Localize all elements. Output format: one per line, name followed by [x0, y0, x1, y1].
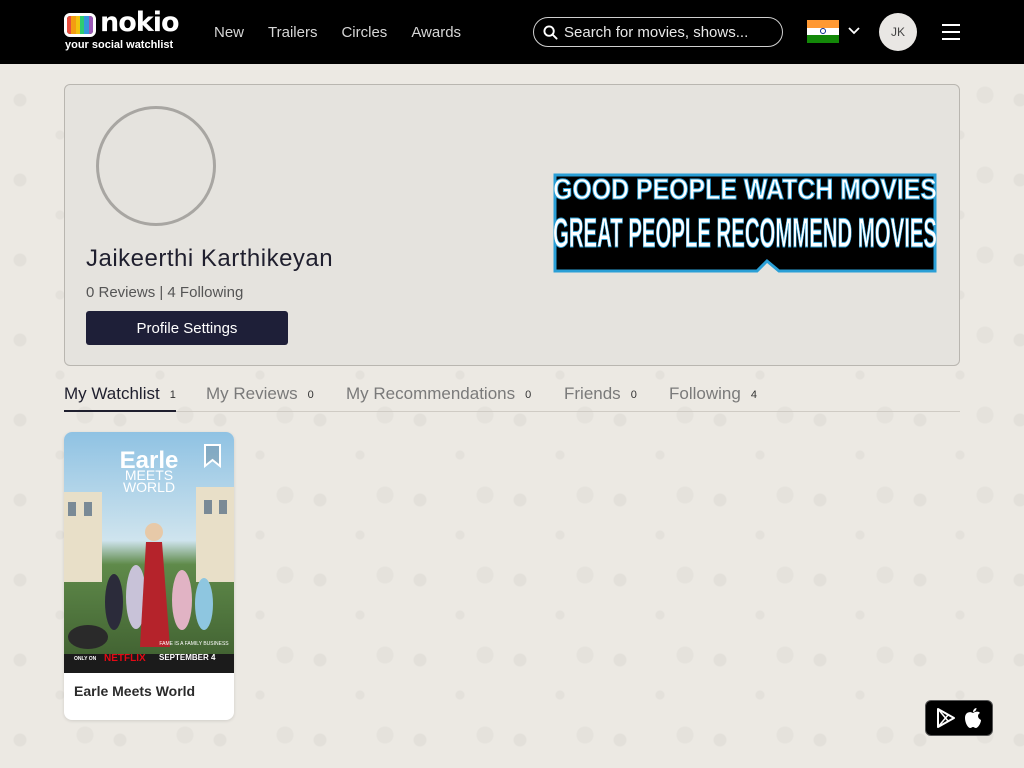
tab-count: 4 [750, 388, 757, 401]
nokio-logo[interactable]: nokio your social watchlist [64, 7, 180, 52]
tab-my-watchlist[interactable]: My Watchlist 1 [64, 384, 176, 412]
search-box[interactable] [533, 17, 783, 47]
logo-word: nokio [100, 7, 180, 38]
nav-circles[interactable]: Circles [341, 24, 387, 41]
app-store-badge[interactable] [925, 700, 993, 736]
tab-following[interactable]: Following 4 [669, 384, 757, 412]
banner-line-1: GOOD PEOPLE WATCH MOVIES [553, 174, 937, 206]
tab-label: My Recommendations [346, 384, 516, 403]
watchlist-movie-card[interactable]: Earle MEETS WORLD FAME IS A FAMILY BUSIN… [64, 432, 234, 720]
tab-friends[interactable]: Friends 0 [564, 384, 637, 412]
chevron-down-icon[interactable] [848, 26, 860, 36]
movie-title: Earle Meets World [74, 683, 196, 699]
tab-label: Friends [564, 384, 621, 403]
poster-only-on: ONLY ON [74, 656, 97, 662]
tab-label: My Reviews [206, 384, 298, 403]
tab-label: My Watchlist [64, 384, 160, 403]
hamburger-menu-icon[interactable] [942, 23, 960, 41]
india-flag-icon[interactable] [807, 20, 839, 44]
poster-title-3: WORLD [123, 479, 175, 495]
tab-count: 0 [307, 388, 314, 401]
poster-date: SEPTEMBER 4 [159, 653, 216, 662]
profile-card: Jaikeerthi Karthikeyan 0 Reviews | 4 Fol… [64, 84, 960, 366]
poster-network: NETFLIX [104, 653, 146, 664]
tv-logo-icon [64, 13, 96, 37]
main-nav: New Trailers Circles Awards [214, 0, 485, 64]
movie-poster: Earle MEETS WORLD FAME IS A FAMILY BUSIN… [64, 432, 234, 673]
apple-icon[interactable] [964, 707, 982, 729]
poster-tagline: FAME IS A FAMILY BUSINESS [159, 641, 229, 647]
profile-picture[interactable] [96, 106, 216, 226]
tab-label: Following [669, 384, 741, 403]
tab-my-reviews[interactable]: My Reviews 0 [206, 384, 314, 412]
nav-new[interactable]: New [214, 24, 244, 41]
user-avatar-button[interactable]: JK [879, 13, 917, 51]
slogan-banner: GOOD PEOPLE WATCH MOVIES GREAT PEOPLE RE… [553, 173, 938, 273]
profile-tabs: My Watchlist 1 My Reviews 0 My Recommendat… [64, 384, 960, 412]
play-store-icon[interactable] [936, 707, 956, 729]
nav-trailers[interactable]: Trailers [268, 24, 317, 41]
tab-count: 1 [169, 388, 176, 401]
tab-count: 0 [630, 388, 637, 401]
logo-tagline: your social watchlist [65, 39, 174, 51]
nav-awards[interactable]: Awards [411, 24, 461, 41]
tab-count: 0 [525, 388, 532, 401]
tab-my-recommendations[interactable]: My Recommendations 0 [346, 384, 531, 412]
profile-settings-button[interactable]: Profile Settings [86, 311, 288, 345]
search-icon [543, 25, 558, 40]
search-input[interactable] [564, 23, 774, 41]
ashoka-chakra [820, 28, 826, 34]
profile-stats: 0 Reviews | 4 Following [86, 284, 244, 301]
bookmark-icon[interactable] [203, 443, 222, 468]
profile-name: Jaikeerthi Karthikeyan [86, 245, 334, 272]
banner-line-2: GREAT PEOPLE RECOMMEND MOVIES [553, 209, 937, 256]
top-navbar: nokio your social watchlist New Trailers… [0, 0, 1024, 64]
